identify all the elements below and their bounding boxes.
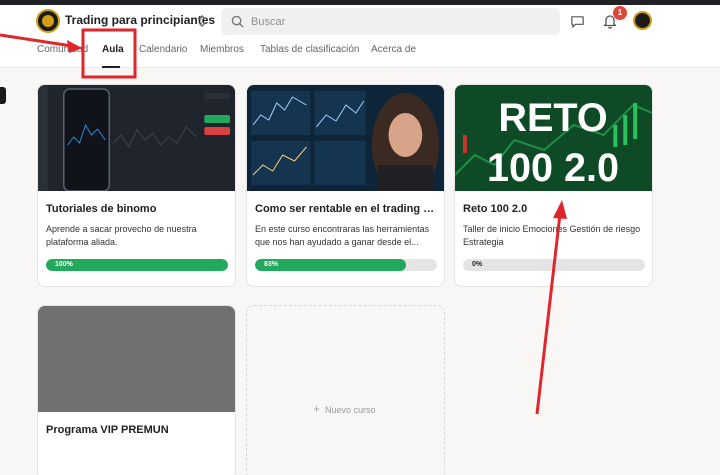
course-card-binomo[interactable]: Tutoriales de binomo Aprende a sacar pro… — [37, 84, 236, 287]
course-description: Taller de inicio Emociones Gestión de ri… — [463, 224, 641, 247]
thumbnail-text-line2: 100 2.0 — [487, 146, 619, 190]
tab-miembros[interactable]: Miembros — [200, 44, 244, 55]
course-title[interactable]: Reto 100 2.0 — [463, 203, 645, 215]
course-title[interactable]: Programa VIP PREMUN — [46, 424, 228, 436]
side-badge — [0, 87, 6, 104]
course-progress-bar: 0% — [463, 259, 645, 271]
user-avatar[interactable] — [633, 11, 652, 30]
plus-icon: + — [313, 402, 321, 416]
course-progress-bar: 100% — [46, 259, 228, 271]
course-card-reto-100[interactable]: RETO 100 2.0 Reto 100 2.0 Taller de inic… — [454, 84, 653, 287]
course-description: Aprende a sacar provecho de nuestra plat… — [46, 224, 197, 247]
new-course-button[interactable]: + Nuevo curso — [246, 305, 445, 475]
tab-calendario[interactable]: Calendario — [139, 44, 187, 55]
course-description: En este curso encontraras las herramient… — [255, 224, 430, 247]
chevron-up-down-icon[interactable] — [196, 13, 208, 29]
search-icon — [231, 15, 244, 28]
thumbnail-text-line1: RETO — [498, 96, 607, 140]
course-card-rentable[interactable]: Como ser rentable en el trading d... En … — [246, 84, 445, 287]
course-title[interactable]: Tutoriales de binomo — [46, 203, 228, 215]
course-title[interactable]: Como ser rentable en el trading d... — [255, 203, 437, 215]
course-thumbnail-reto-100: RETO 100 2.0 — [455, 85, 652, 191]
course-progress-label: 100% — [55, 261, 73, 268]
course-progress-fill — [46, 259, 228, 271]
tab-aula[interactable]: Aula — [102, 44, 124, 55]
new-course-text: Nuevo curso — [325, 405, 376, 415]
header: Trading para principiantes 1 — [0, 5, 720, 38]
course-progress-bar: 83% — [255, 259, 437, 271]
course-thumbnail-rentable — [247, 85, 444, 191]
chat-icon[interactable] — [570, 14, 585, 29]
course-card-vip-premun[interactable]: Programa VIP PREMUN — [37, 305, 236, 475]
notification-badge: 1 — [613, 6, 627, 20]
group-logo[interactable] — [36, 9, 60, 33]
course-thumbnail-vip-premun — [38, 306, 235, 412]
tab-comunidad[interactable]: Comunidad — [37, 44, 88, 55]
active-tab-indicator — [102, 66, 120, 68]
new-course-label: + Nuevo curso — [313, 402, 376, 416]
course-progress-label: 83% — [264, 261, 279, 268]
course-progress-label: 0% — [472, 261, 483, 268]
search-input[interactable] — [251, 8, 551, 35]
logo-mark — [42, 15, 54, 27]
tab-acerca-de[interactable]: Acerca de — [371, 44, 416, 55]
search-bar[interactable] — [221, 8, 560, 35]
tab-tablas-de-clasificacion[interactable]: Tablas de clasificación — [260, 44, 360, 55]
course-thumbnail-binomo — [38, 85, 235, 191]
nav-tabs: Comunidad Aula Calendario Miembros Tabla… — [0, 38, 720, 68]
group-name[interactable]: Trading para principiantes — [65, 13, 215, 27]
